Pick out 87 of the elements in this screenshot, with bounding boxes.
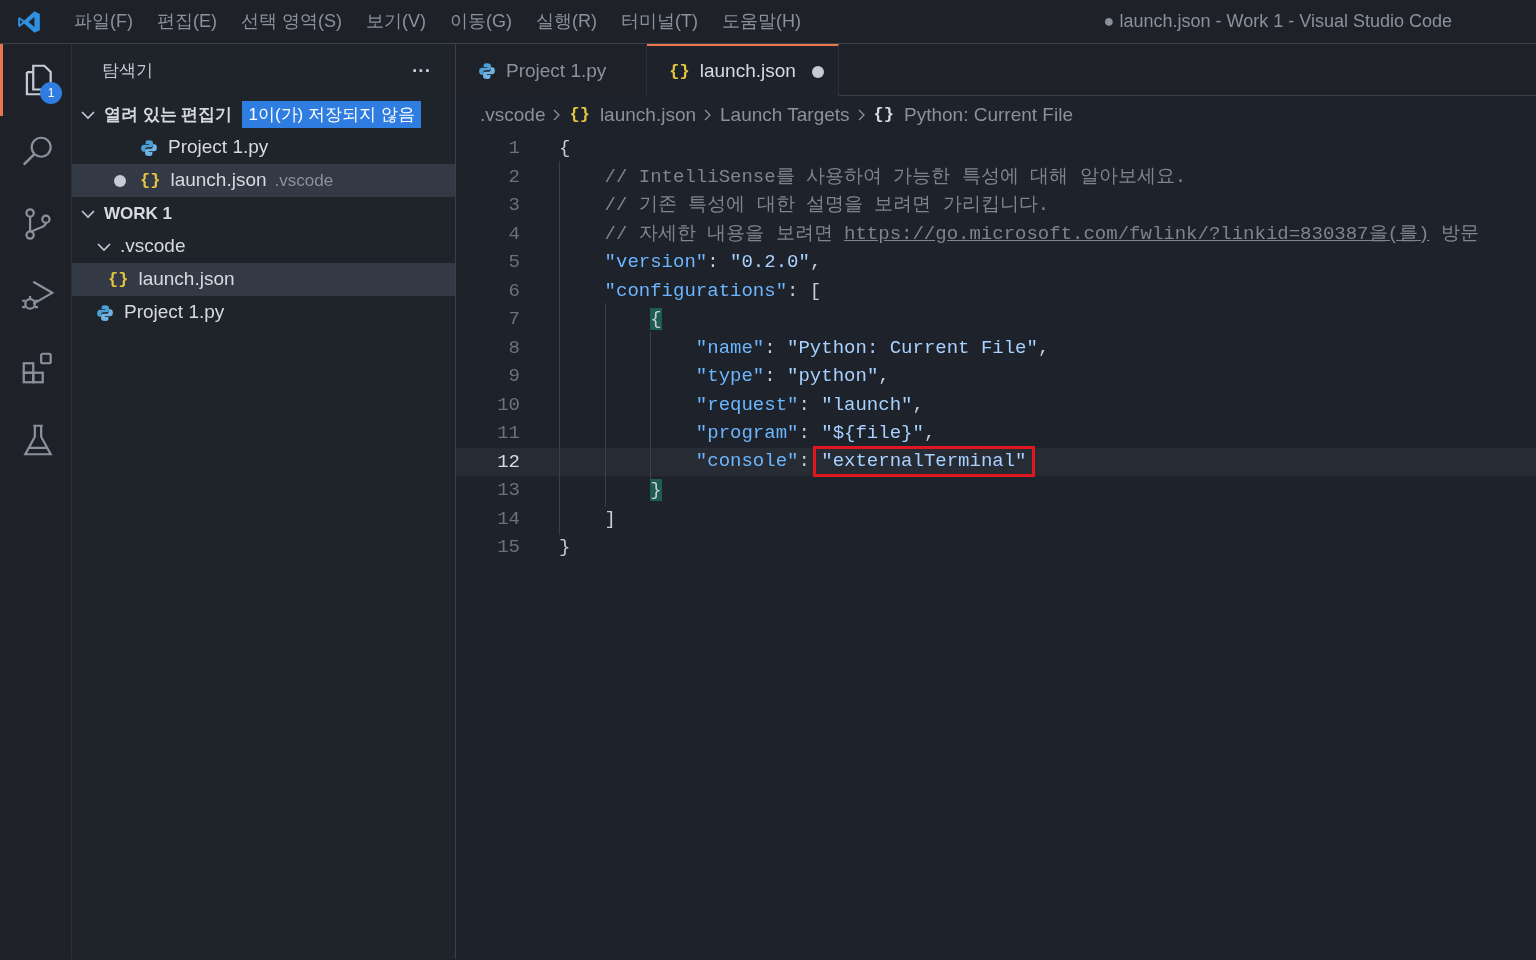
- code-brace: {: [650, 308, 662, 330]
- line-number: 13: [496, 478, 520, 503]
- code-punctuation: ,: [912, 393, 924, 416]
- line-number: 1: [507, 136, 520, 161]
- code-key: "type": [695, 365, 765, 387]
- more-actions-button[interactable]: ···: [412, 56, 431, 86]
- breadcrumb-item[interactable]: .vscode: [480, 100, 546, 130]
- line-number: 4: [507, 221, 520, 247]
- code-punctuation: {: [559, 137, 571, 159]
- code-punctuation: :: [764, 336, 777, 359]
- code-comment: // 자세한 내용을 보려면: [604, 222, 834, 245]
- line-number: 14: [496, 506, 520, 532]
- line-number: 8: [507, 335, 520, 361]
- menu-item[interactable]: 파일(F): [62, 8, 145, 35]
- code-link[interactable]: https://go.microsoft.com/fwlink/?linkid=830387을(를): [844, 222, 1430, 245]
- code-punctuation: ]: [604, 507, 616, 530]
- code-punctuation: ,: [923, 422, 936, 444]
- editor-tab[interactable]: {} launch.json: [647, 44, 839, 97]
- app-logo-icon: [16, 8, 42, 35]
- code-punctuation: :: [798, 450, 811, 473]
- menu-item[interactable]: 터미널(T): [609, 8, 710, 35]
- window-title: ● launch.json - Work 1 - Visual Studio Code: [1103, 10, 1452, 33]
- line-number: 11: [496, 421, 520, 446]
- python-file-icon: [140, 138, 158, 157]
- open-editor-item[interactable]: Project 1.py: [72, 131, 455, 164]
- braces-icon: {}: [140, 167, 161, 194]
- code-punctuation: :: [798, 422, 811, 444]
- unsaved-dot-icon: [114, 174, 126, 187]
- code-punctuation: :: [798, 393, 811, 416]
- line-number: 6: [507, 278, 520, 304]
- code-punctuation: ,: [1037, 336, 1050, 359]
- python-file-icon: [478, 62, 496, 80]
- braces-icon: {}: [108, 266, 129, 293]
- menu-item[interactable]: 이동(G): [438, 8, 524, 35]
- editor-tab[interactable]: Project 1.py: [456, 44, 648, 96]
- section-header[interactable]: 열려 있는 편집기: [104, 101, 233, 128]
- folder-item[interactable]: .vscode: [72, 230, 455, 263]
- file-item[interactable]: Project 1.py: [72, 296, 455, 329]
- sidebar-title: 탐색기: [102, 60, 153, 83]
- code-key: "name": [695, 336, 765, 359]
- code-key: "console": [695, 450, 799, 473]
- code-punctuation: ,: [809, 251, 822, 273]
- code-comment: // IntelliSense를 사용하여 가능한 특성에 대해 알아보세요.: [604, 165, 1187, 188]
- menu-item[interactable]: 실행(R): [524, 8, 609, 35]
- code-key: "request": [695, 393, 799, 416]
- menu-item[interactable]: 선택 영역(S): [229, 8, 354, 35]
- code-punctuation: :: [764, 365, 777, 387]
- unsaved-count-badge: 1이(가) 저장되지 않음: [242, 100, 421, 129]
- code-string: "python": [787, 365, 879, 387]
- code-punctuation: : [: [787, 279, 822, 302]
- code-key: "version": [604, 251, 708, 273]
- code-brace: }: [650, 479, 662, 501]
- menu-item[interactable]: 도움말(H): [709, 8, 813, 35]
- file-item[interactable]: {} launch.json: [72, 263, 455, 296]
- notification-badge: 1: [40, 82, 62, 104]
- line-number: 10: [496, 392, 520, 418]
- breadcrumb-item[interactable]: Launch Targets: [720, 100, 850, 130]
- code-string: "Python: Current File": [787, 336, 1038, 359]
- code-key: "configurations": [604, 279, 788, 302]
- code-comment: 방문: [1440, 222, 1479, 245]
- line-number: 2: [507, 164, 520, 190]
- code-punctuation: ,: [878, 365, 890, 387]
- line-number: 9: [507, 364, 520, 389]
- code-punctuation: :: [707, 251, 720, 273]
- line-number: 3: [507, 193, 520, 218]
- open-editor-item[interactable]: {} launch.json .vscode: [72, 164, 455, 197]
- braces-icon: {}: [569, 102, 590, 128]
- code-string: "launch": [821, 393, 913, 416]
- line-number: 5: [507, 250, 520, 275]
- menu-item[interactable]: 편집(E): [145, 8, 229, 35]
- breadcrumb-item[interactable]: Python: Current File: [904, 100, 1073, 130]
- code-string: "externalTerminal": [821, 450, 1027, 473]
- line-number: 12: [496, 449, 520, 475]
- code-key: "program": [695, 422, 799, 444]
- line-number: 7: [507, 307, 520, 332]
- code-comment: // 기존 특성에 대한 설명을 보려면 가리킵니다.: [604, 194, 1050, 216]
- breadcrumb-item[interactable]: launch.json: [599, 100, 696, 130]
- line-number: 15: [496, 535, 520, 560]
- menu-item[interactable]: 보기(V): [354, 8, 438, 35]
- code-punctuation: }: [559, 536, 571, 558]
- section-header[interactable]: WORK 1: [104, 200, 172, 227]
- braces-icon: {}: [669, 58, 690, 85]
- code-string: "0.2.0": [730, 251, 810, 273]
- python-file-icon: [96, 303, 114, 322]
- unsaved-dot-icon: [811, 65, 824, 78]
- object-icon: {}: [873, 102, 894, 128]
- code-string: "${file}": [821, 422, 924, 444]
